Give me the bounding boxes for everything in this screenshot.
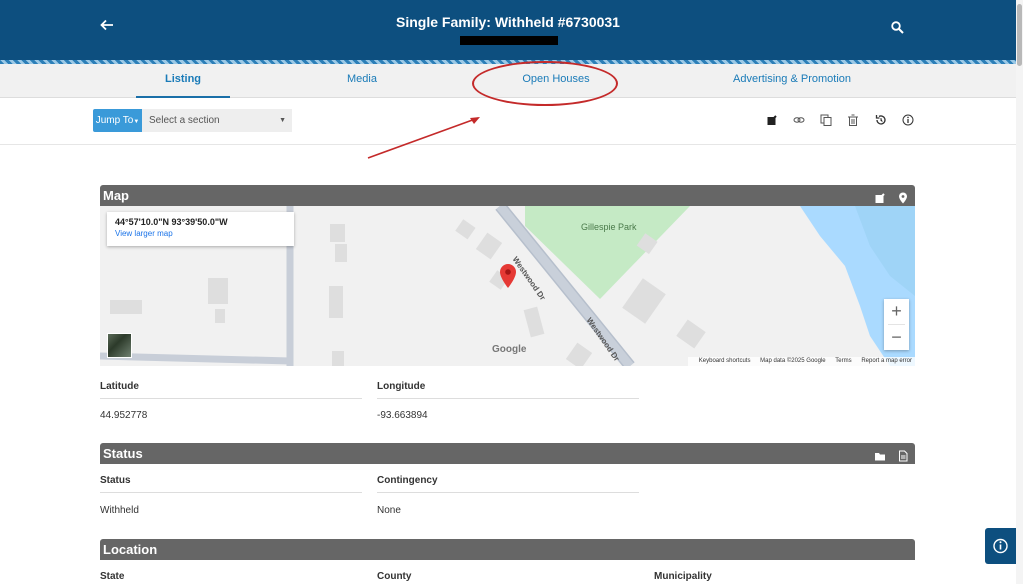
map-view[interactable]: Gillespie Park Westwood Dr Westwood Dr 4…: [100, 206, 915, 366]
select-caret-icon: ▼: [279, 117, 286, 124]
google-logo: Google: [492, 344, 527, 355]
map-info-card: 44°57'10.0"N 93°39'50.0"W View larger ma…: [107, 212, 294, 246]
map-section-title: Map: [103, 188, 129, 203]
status-section-header: Status: [100, 443, 915, 464]
vertical-scrollbar[interactable]: [1016, 0, 1023, 584]
scrollbar-thumb[interactable]: [1017, 4, 1022, 66]
folder-icon[interactable]: [874, 450, 886, 462]
contingency-label: Contingency: [377, 475, 438, 486]
redacted-subtitle: [460, 36, 558, 45]
map-coordinates: 44°57'10.0"N 93°39'50.0"W: [115, 217, 228, 227]
contingency-value: None: [377, 505, 401, 516]
location-section-header: Location: [100, 539, 915, 560]
municipality-label: Municipality: [654, 571, 712, 582]
toolbar: Jump To▼ Select a section ▼: [0, 99, 1016, 145]
county-label: County: [377, 571, 412, 582]
jump-to-label: Jump To: [95, 115, 134, 126]
latitude-label: Latitude: [100, 381, 139, 392]
map-footer: Keyboard shortcuts Map data ©2025 Google…: [687, 357, 915, 366]
satellite-toggle[interactable]: [107, 333, 132, 358]
field-divider: [377, 492, 639, 493]
search-icon[interactable]: [891, 21, 907, 37]
map-pin-icon[interactable]: [897, 192, 909, 204]
info-icon[interactable]: [902, 113, 916, 127]
state-label: State: [100, 571, 125, 582]
jump-to-button[interactable]: Jump To▼: [93, 109, 142, 132]
status-label: Status: [100, 475, 131, 486]
tab-listing[interactable]: Listing: [136, 64, 230, 98]
page-title: Single Family: Withheld #6730031: [396, 14, 620, 30]
longitude-label: Longitude: [377, 381, 426, 392]
zoom-out-button[interactable]: −: [884, 325, 909, 350]
document-icon[interactable]: [897, 450, 909, 462]
status-section-title: Status: [103, 446, 143, 461]
field-divider: [377, 398, 639, 399]
section-select-value: Select a section: [149, 115, 220, 126]
park-label: Gillespie Park: [581, 222, 637, 232]
trash-icon[interactable]: [847, 113, 861, 127]
edit-icon[interactable]: [766, 113, 780, 127]
longitude-value: -93.663894: [377, 410, 428, 421]
annotation-arrow: [367, 117, 480, 159]
tab-media[interactable]: Media: [322, 64, 402, 98]
zoom-in-button[interactable]: +: [884, 299, 909, 324]
copy-icon[interactable]: [820, 113, 834, 127]
app-header: Single Family: Withheld #6730031: [0, 0, 1016, 60]
zoom-controls: + −: [884, 299, 909, 350]
latitude-value: 44.952778: [100, 410, 148, 421]
view-larger-map-link[interactable]: View larger map: [115, 229, 286, 238]
link-icon[interactable]: [793, 113, 807, 127]
map-section-icons: [867, 189, 909, 204]
map-data-text: Map data ©2025 Google: [760, 358, 826, 364]
edit-icon[interactable]: [874, 192, 886, 204]
status-value: Withheld: [100, 505, 139, 516]
section-select[interactable]: Select a section ▼: [142, 109, 292, 132]
caret-down-icon: ▼: [133, 119, 140, 125]
field-divider: [100, 492, 362, 493]
terms-link[interactable]: Terms: [835, 358, 851, 364]
map-section-header: Map: [100, 185, 915, 206]
location-section-title: Location: [103, 542, 158, 557]
report-map-error-link[interactable]: Report a map error: [861, 358, 912, 364]
info-icon: [993, 538, 1008, 554]
field-divider: [100, 398, 362, 399]
status-section-icons: [867, 447, 909, 462]
history-icon[interactable]: [875, 113, 889, 127]
tab-advertising-promotion[interactable]: Advertising & Promotion: [720, 64, 864, 98]
floating-info-button[interactable]: [985, 528, 1016, 564]
keyboard-shortcuts-link[interactable]: Keyboard shortcuts: [699, 358, 751, 364]
